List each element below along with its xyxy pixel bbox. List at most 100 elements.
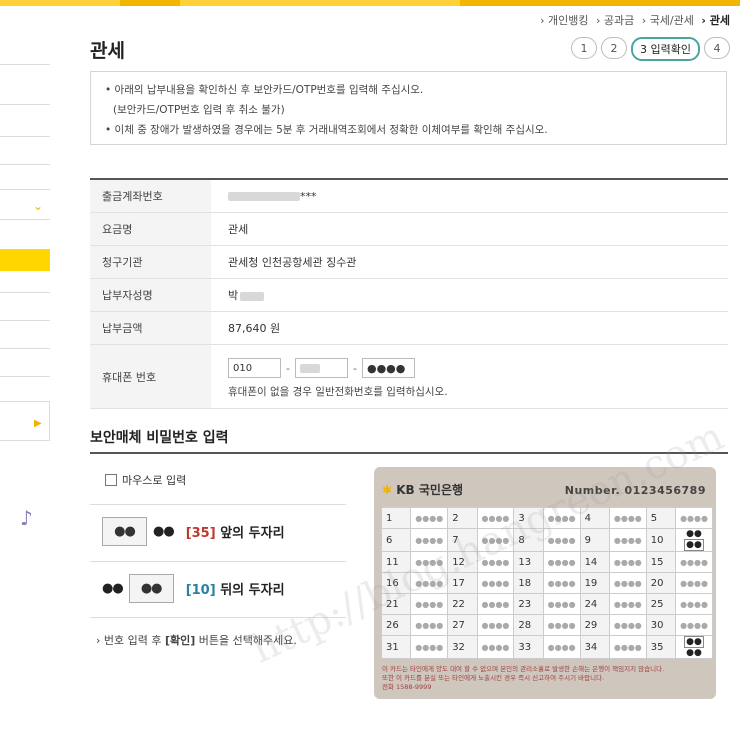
step-3-current: 3 입력확인: [631, 37, 700, 61]
card-code-cell: ●●●●: [476, 528, 515, 552]
card-index-cell: 32: [447, 635, 478, 659]
back-digits-row: ●● ●● [10] 뒤의 두자리: [102, 574, 285, 603]
masked-name: [240, 291, 265, 301]
back-digits-input[interactable]: ●●: [128, 574, 174, 603]
phone-hint: 휴대폰이 없을 경우 일반전화번호를 입력하십시오.: [228, 386, 448, 398]
sidebar-item-active[interactable]: [0, 249, 50, 271]
card-code-cell: ●●●●: [608, 507, 647, 529]
card-code-cell: ●●●●: [608, 528, 647, 552]
back-digits-label: [10] 뒤의 두자리: [185, 583, 285, 598]
card-code-cell: ●●●●: [675, 593, 713, 615]
card-index-cell: 3: [513, 507, 544, 529]
card-index-cell: 30: [645, 614, 677, 636]
sidebar-divider: [0, 189, 50, 190]
breadcrumb-item[interactable]: › 국세/관세: [642, 14, 694, 27]
card-index-cell: 31: [380, 635, 412, 659]
fee-label: 요금명: [90, 213, 211, 245]
card-code-cell: ●●●●: [675, 551, 713, 573]
step-1: 1: [571, 37, 598, 59]
card-index-cell: 19: [579, 572, 610, 594]
chevron-down-icon[interactable]: ⌄: [33, 199, 43, 213]
card-index-cell: 34: [579, 635, 610, 659]
chevron-right-icon[interactable]: ▶: [34, 418, 42, 429]
card-code-cell: ●●●●: [410, 635, 449, 659]
card-index-cell: 12: [447, 551, 478, 573]
table-row: 휴대폰 번호 010 - - ●●●● 휴대폰이 없을 경우 일반전화번호를 입…: [90, 345, 728, 409]
sidebar-banner[interactable]: [0, 401, 50, 441]
card-cell-10: ●● ●●: [675, 528, 713, 552]
sidebar-divider: [0, 164, 50, 165]
card-code-cell: ●●●●: [608, 593, 647, 615]
agency-value: 관세청 인천공항세관 징수관: [228, 256, 357, 269]
account-value: ***: [211, 190, 317, 203]
card-index-cell: 28: [513, 614, 544, 636]
phone-inputs: 010 - - ●●●●: [228, 358, 448, 378]
breadcrumb-current: › 관세: [701, 14, 730, 27]
sidebar-divider: [0, 136, 50, 137]
card-code-cell: ●●●●: [608, 572, 647, 594]
card-code-cell: ●●●●: [410, 551, 449, 573]
card-index-cell: 21: [380, 593, 412, 615]
card-index-cell: 18: [513, 572, 544, 594]
mouse-input-option[interactable]: 마우스로 입력: [105, 472, 186, 488]
divider: [90, 504, 346, 505]
phone-cell: 010 - - ●●●● 휴대폰이 없을 경우 일반전화번호를 입력하십시오.: [211, 354, 448, 399]
card-code-cell: ●●●●: [542, 635, 581, 659]
phone-middle-input[interactable]: [294, 358, 348, 378]
card-index-cell: 24: [579, 593, 610, 615]
sidebar-divider: [0, 219, 50, 220]
card-index-cell: 9: [579, 528, 610, 552]
phone-label: 휴대폰 번호: [90, 345, 211, 408]
card-index-cell: 1: [380, 507, 412, 529]
sidebar-divider: [0, 292, 50, 293]
phone-prefix-input[interactable]: 010: [228, 358, 281, 378]
card-code-cell: ●●●●: [410, 614, 449, 636]
phone-dash: -: [286, 361, 290, 375]
card-index-cell: 14: [579, 551, 610, 573]
card-code-cell: ●●●●: [542, 507, 581, 529]
kb-star-icon: ✱: [382, 483, 393, 497]
front-digits-input[interactable]: ●●: [102, 517, 147, 546]
security-card-image: ✱ KB 국민은행 Number. 0123456789 1 ●●●● 2 ●●●●…: [374, 467, 716, 699]
agency-label: 청구기관: [90, 246, 211, 278]
card-code-cell: ●●●●: [476, 572, 515, 594]
table-row: 출금계좌번호 ***: [90, 180, 728, 213]
mouse-input-checkbox[interactable]: [105, 474, 117, 486]
table-row: 납부금액 87,640 원: [90, 312, 728, 345]
page-title: 관세: [90, 40, 125, 62]
card-index-cell: 7: [447, 528, 478, 552]
card-code-cell: ●●●●: [476, 614, 515, 636]
fee-value: 관세: [228, 223, 249, 236]
card-code-cell: ●●●●: [542, 572, 581, 594]
card-index-cell: 8: [513, 528, 544, 552]
card-index-cell: 25: [645, 593, 677, 615]
card-index-cell: 10: [645, 528, 677, 552]
card-code-cell: ●●●●: [542, 528, 581, 552]
card-index-cell: 29: [579, 614, 610, 636]
breadcrumb-item[interactable]: › 공과금: [596, 14, 634, 27]
card-index-cell: 20: [645, 572, 677, 594]
card-serial-number: Number. 0123456789: [564, 484, 706, 497]
music-note-icon: ♪: [20, 506, 33, 530]
card-index-cell: 11: [380, 551, 412, 573]
card-code-cell: ●●●●: [410, 593, 449, 615]
security-section-title: 보안매체 비밀번호 입력: [90, 430, 229, 446]
card-disclaimer: 이 카드는 타인에게 양도 대여 할 수 없으며 본인의 관리소홀로 발생한 손…: [382, 665, 665, 691]
notice-line: • 아래의 납부내용을 확인하신 후 보안카드/OTP번호를 입력해 주십시오.: [105, 84, 424, 96]
card-code-cell: ●●●●: [608, 635, 647, 659]
front-digits-row: ●● ●● [35] 앞의 두자리: [102, 517, 285, 546]
masked-account: [228, 192, 300, 201]
card-code-cell: ●●●●: [476, 635, 515, 659]
card-code-cell: ●●●●: [410, 507, 449, 529]
card-code-cell: ●●●●: [476, 593, 515, 615]
guide-text: › 번호 입력 후 [확인] 버튼을 선택해주세요.: [96, 634, 297, 647]
divider: [90, 617, 346, 618]
card-index-cell: 27: [447, 614, 478, 636]
bank-logo: ✱ KB 국민은행: [382, 483, 464, 497]
back-masked-dots: ●●: [102, 581, 124, 596]
table-row: 요금명 관세: [90, 213, 728, 246]
phone-last-input[interactable]: ●●●●: [361, 358, 415, 378]
amount-label: 납부금액: [90, 312, 211, 344]
breadcrumb-item[interactable]: › 개인뱅킹: [540, 14, 588, 27]
table-row: 납부자성명 박: [90, 279, 728, 312]
